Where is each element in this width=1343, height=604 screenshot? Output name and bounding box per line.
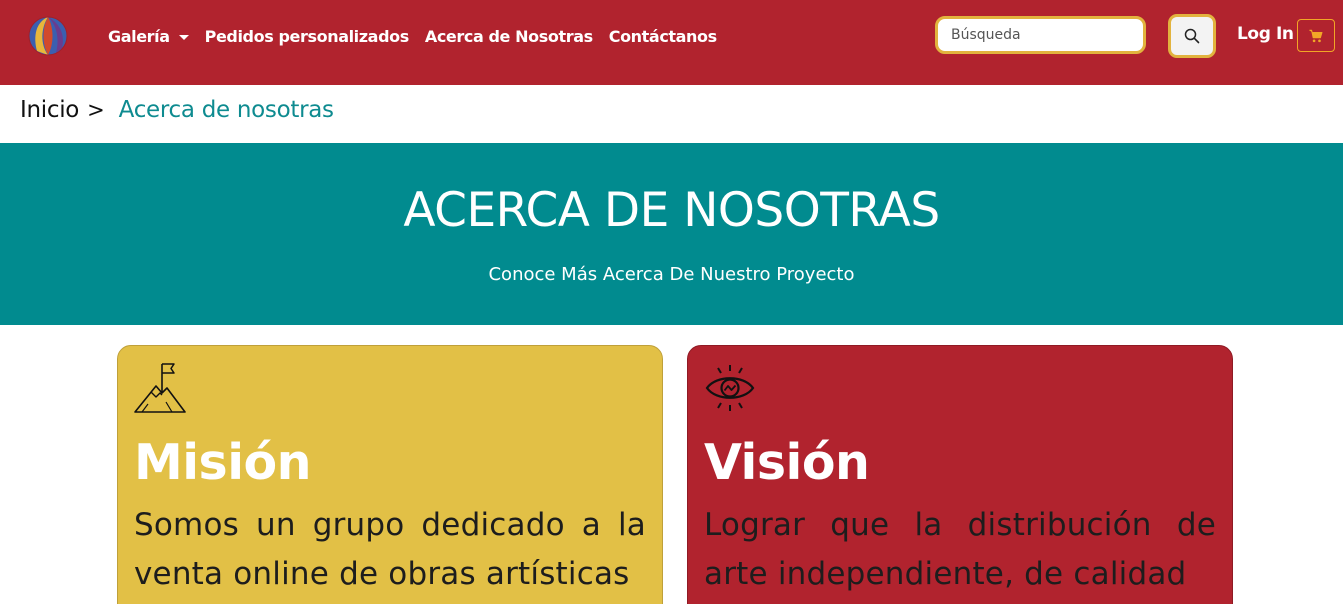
mision-title: Misión	[134, 434, 312, 491]
mountain-flag-icon	[134, 363, 186, 413]
login-link[interactable]: Log In	[1237, 24, 1294, 44]
breadcrumb-separator: >	[87, 98, 105, 122]
nav-item-pedidos-personalizados[interactable]: Pedidos personalizados	[205, 27, 410, 46]
search-input[interactable]	[935, 16, 1146, 54]
mision-card: Misión Somos un grupo dedicado a la vent…	[117, 345, 663, 604]
vision-title: Visión	[704, 434, 870, 491]
eye-icon	[705, 365, 755, 411]
breadcrumb-home-link[interactable]: Inicio	[20, 97, 79, 123]
hero-banner: ACERCA DE NOSOTRAS Conoce Más Acerca De …	[0, 143, 1343, 325]
cart-button[interactable]	[1297, 19, 1335, 52]
caret-down-icon	[178, 34, 189, 40]
nav-item-contactanos[interactable]: Contáctanos	[609, 27, 717, 46]
breadcrumb: Inicio > Acerca de nosotras	[20, 94, 334, 126]
search-button[interactable]	[1168, 14, 1216, 58]
main-nav: Galería Pedidos personalizados Acerca de…	[108, 22, 733, 50]
beach-ball-logo[interactable]	[28, 16, 68, 56]
nav-item-acerca-de-nosotras[interactable]: Acerca de Nosotras	[425, 27, 593, 46]
breadcrumb-current: Acerca de nosotras	[118, 97, 334, 123]
page-title: ACERCA DE NOSOTRAS	[403, 183, 940, 238]
search-icon	[1184, 28, 1200, 44]
navbar: Galería Pedidos personalizados Acerca de…	[0, 0, 1343, 85]
nav-item-galeria-label: Galería	[108, 26, 170, 46]
vision-text: Lograr que la distribución de arte indep…	[704, 507, 1216, 592]
vision-card: Visión Lograr que la distribución de art…	[687, 345, 1233, 604]
nav-item-galeria[interactable]: Galería	[108, 27, 189, 46]
page-subtitle: Conoce Más Acerca De Nuestro Proyecto	[488, 264, 855, 285]
mision-text: Somos un grupo dedicado a la venta onlin…	[134, 507, 646, 592]
cart-icon	[1309, 29, 1323, 42]
